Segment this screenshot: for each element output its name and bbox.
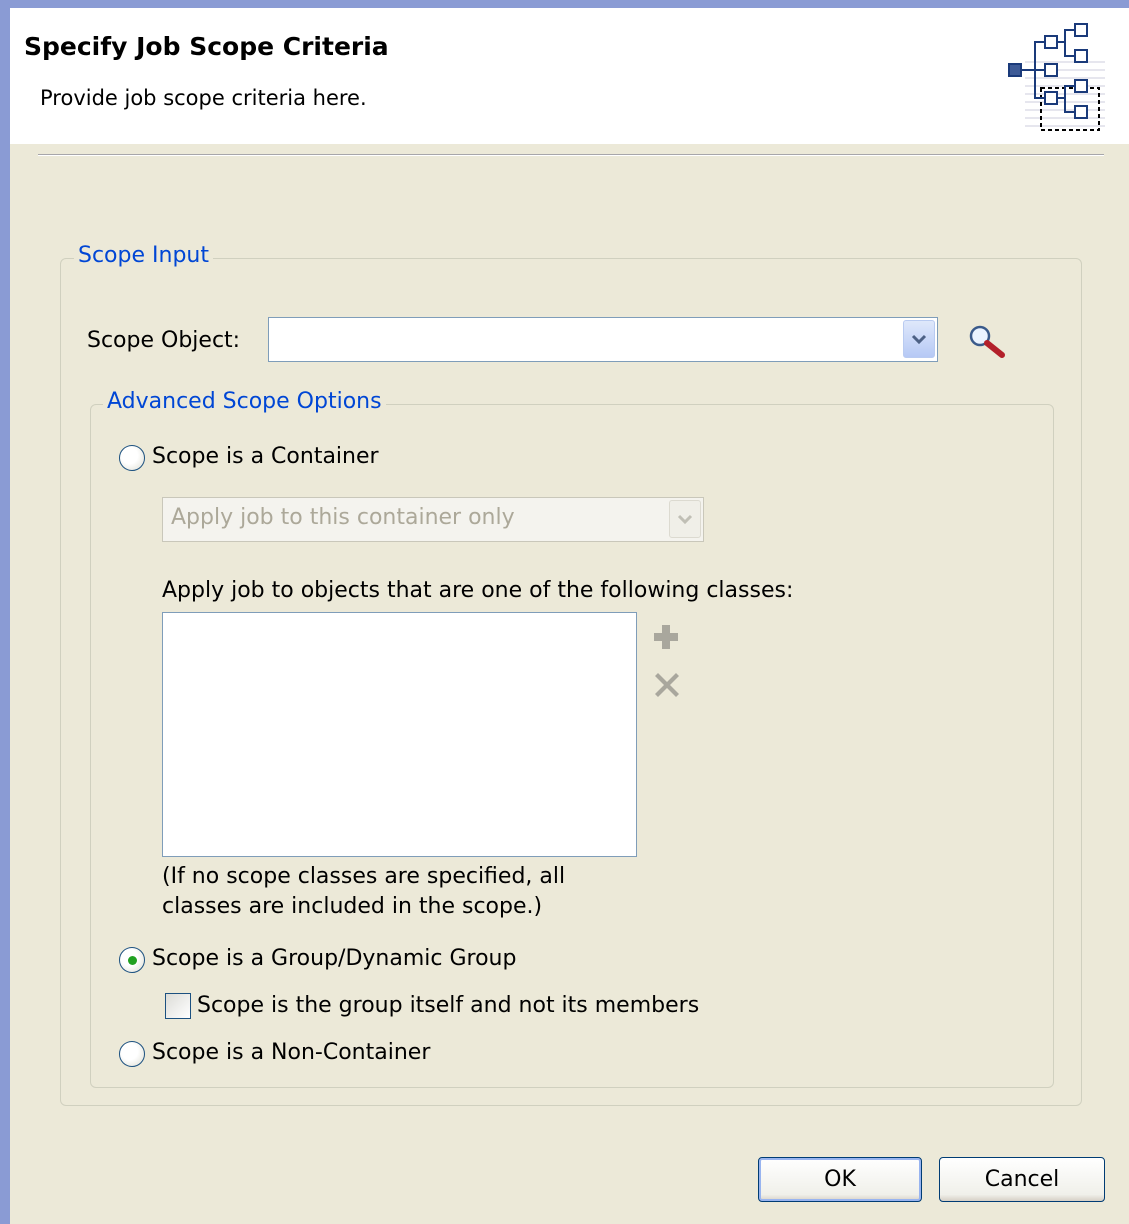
container-mode-combo[interactable]: Apply job to this container only xyxy=(162,497,704,542)
container-mode-dropdown-button[interactable] xyxy=(669,500,701,538)
scope-object-combo[interactable] xyxy=(268,317,938,362)
x-delete-icon[interactable] xyxy=(652,670,682,700)
radio-scope-noncontainer[interactable] xyxy=(119,1041,145,1067)
radio-selected-dot xyxy=(128,956,137,965)
radio-scope-group-label[interactable]: Scope is a Group/Dynamic Group xyxy=(152,946,516,971)
radio-scope-noncontainer-label[interactable]: Scope is a Non-Container xyxy=(152,1040,430,1065)
scope-input-legend: Scope Input xyxy=(74,243,213,268)
dialog-subtitle: Provide job scope criteria here. xyxy=(40,86,367,110)
scope-classes-note-line1: (If no scope classes are specified, all xyxy=(162,864,566,889)
plus-icon[interactable] xyxy=(651,622,681,652)
banner-separator xyxy=(38,154,1104,156)
classes-label: Apply job to objects that are one of the… xyxy=(162,578,794,603)
cancel-button[interactable]: Cancel xyxy=(939,1157,1105,1202)
advanced-scope-legend: Advanced Scope Options xyxy=(103,389,386,414)
chevron-down-icon xyxy=(911,334,927,345)
container-mode-value: Apply job to this container only xyxy=(171,505,515,530)
radio-scope-group[interactable] xyxy=(119,947,145,973)
window-frame-left xyxy=(0,0,10,1224)
scope-object-label: Scope Object: xyxy=(87,328,241,353)
scope-classes-note-line2: classes are included in the scope.) xyxy=(162,894,543,919)
chevron-down-icon xyxy=(677,514,693,525)
hierarchy-tree-icon xyxy=(1008,23,1105,131)
dialog-title: Specify Job Scope Criteria xyxy=(24,32,389,61)
dialog-banner: Specify Job Scope Criteria Provide job s… xyxy=(10,8,1129,144)
radio-scope-container[interactable] xyxy=(119,445,145,471)
radio-scope-container-label[interactable]: Scope is a Container xyxy=(152,444,379,469)
scope-object-dropdown-button[interactable] xyxy=(903,320,935,358)
group-itself-checkbox-label[interactable]: Scope is the group itself and not its me… xyxy=(197,993,699,1018)
group-itself-checkbox[interactable] xyxy=(165,993,191,1019)
window-frame-top xyxy=(0,0,1129,8)
ok-button[interactable]: OK xyxy=(758,1157,922,1202)
scope-classes-list[interactable] xyxy=(162,612,637,857)
magnifier-icon[interactable] xyxy=(966,322,1008,360)
